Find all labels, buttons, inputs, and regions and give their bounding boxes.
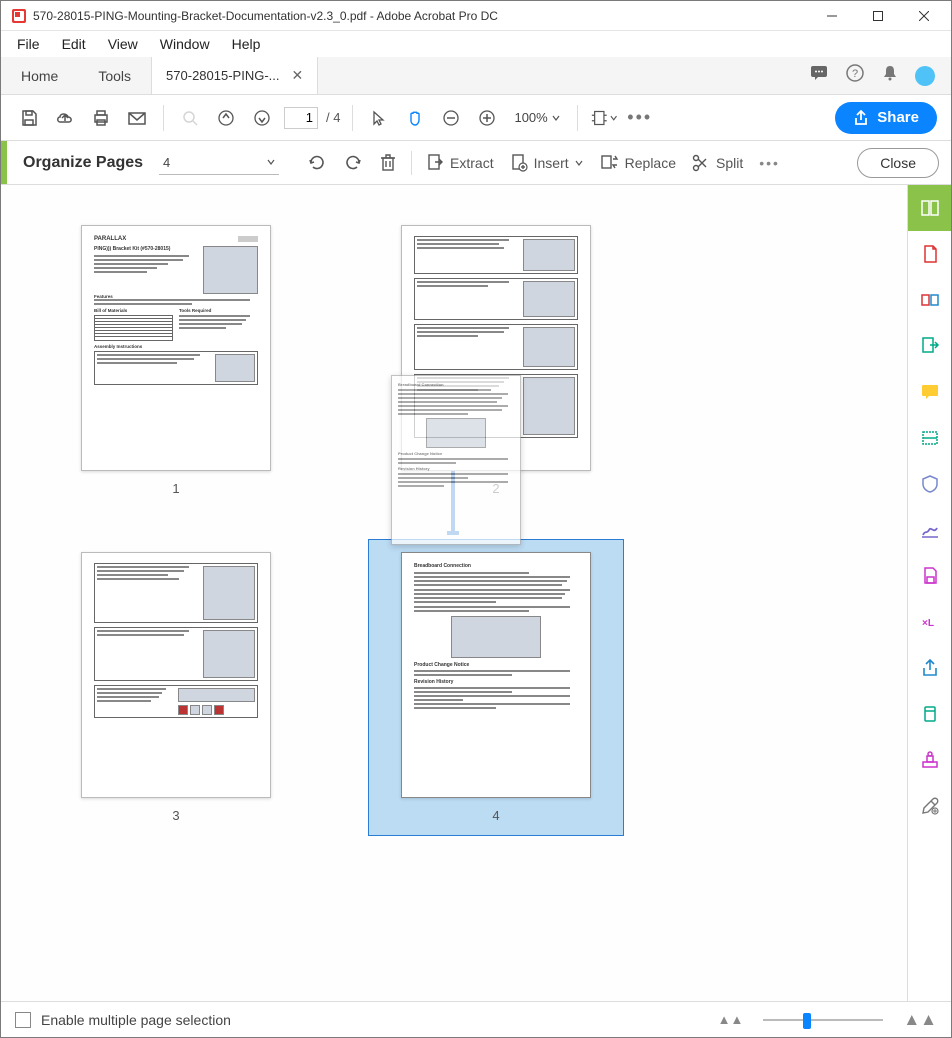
zoom-small-icon[interactable]: ▲▲ (718, 1012, 744, 1027)
tab-document[interactable]: 570-28015-PING-... ✕ (151, 57, 318, 94)
zoom-in-icon[interactable] (473, 104, 501, 132)
hand-icon[interactable] (401, 104, 429, 132)
delete-button[interactable] (371, 148, 405, 178)
close-organize-button[interactable]: Close (857, 148, 939, 178)
right-sidebar: ×L (907, 185, 951, 1001)
share-label: Share (877, 109, 919, 126)
customize-icon[interactable] (908, 783, 952, 829)
tab-tools[interactable]: Tools (78, 57, 151, 94)
redact-icon[interactable]: ×L (908, 599, 952, 645)
page-number-label: 4 (492, 808, 499, 823)
help-icon[interactable]: ? (845, 63, 865, 88)
export-icon[interactable] (908, 323, 952, 369)
save-file-icon[interactable] (908, 553, 952, 599)
menu-help[interactable]: Help (224, 34, 269, 54)
main-toolbar: / 4 100% ••• Share (1, 95, 951, 141)
menu-window[interactable]: Window (152, 34, 218, 54)
more-options-button[interactable]: ••• (751, 148, 788, 178)
menu-edit[interactable]: Edit (54, 34, 94, 54)
export-pdf-icon[interactable] (908, 231, 952, 277)
fit-page-icon[interactable] (590, 104, 618, 132)
protect-icon[interactable] (908, 461, 952, 507)
thumbnail-size-slider[interactable] (763, 1019, 883, 1021)
optimize-icon[interactable] (908, 691, 952, 737)
close-button[interactable] (901, 1, 947, 31)
zoom-large-icon[interactable]: ▲▲ (903, 1010, 937, 1030)
bottom-bar: Enable multiple page selection ▲▲ ▲▲ (1, 1001, 951, 1037)
zoom-out-icon[interactable] (437, 104, 465, 132)
page-thumbnail-4[interactable]: Breadboard Connection Product Change Not… (368, 539, 624, 836)
replace-button[interactable]: Replace (591, 148, 684, 178)
organize-pages-title: Organize Pages (7, 154, 159, 172)
insert-button[interactable]: Insert (502, 148, 591, 178)
chat-icon[interactable] (809, 63, 829, 88)
drag-ghost-page: Breadboard Connection Product Change Not… (391, 375, 521, 545)
chevron-down-icon (575, 159, 583, 167)
page-preview: PARALLAX PING))) Bracket Kit (#570-28015… (81, 225, 271, 471)
tab-document-label: 570-28015-PING-... (166, 68, 279, 83)
extract-button[interactable]: Extract (418, 148, 502, 178)
menu-bar: File Edit View Window Help (1, 31, 951, 57)
organize-pages-toolbar: Organize Pages 4 Extract Insert Replace … (1, 141, 951, 185)
share-button[interactable]: Share (835, 102, 937, 134)
bell-icon[interactable] (881, 64, 899, 87)
comment-icon[interactable] (908, 369, 952, 415)
multi-select-label: Enable multiple page selection (41, 1012, 231, 1028)
share-icon (853, 110, 869, 126)
organize-pages-tool-icon[interactable] (908, 185, 952, 231)
multi-select-checkbox[interactable] (15, 1012, 31, 1028)
page-thumbnail-3[interactable]: 3 (81, 552, 271, 823)
mail-icon[interactable] (123, 104, 151, 132)
rotate-ccw-button[interactable] (299, 148, 335, 178)
menu-view[interactable]: View (100, 34, 146, 54)
window-title: 570-28015-PING-Mounting-Bracket-Document… (33, 9, 809, 23)
minimize-button[interactable] (809, 1, 855, 31)
save-icon[interactable] (15, 104, 43, 132)
next-page-icon[interactable] (248, 104, 276, 132)
svg-text:?: ? (852, 68, 858, 80)
page-total-label: / 4 (326, 110, 340, 125)
page-preview (81, 552, 271, 798)
prev-page-icon[interactable] (212, 104, 240, 132)
page-thumbnail-1[interactable]: PARALLAX PING))) Bracket Kit (#570-28015… (81, 225, 271, 496)
page-number-label: 1 (172, 481, 179, 496)
page-select-dropdown[interactable]: 4 (159, 151, 279, 175)
split-button[interactable]: Split (684, 148, 751, 178)
page-number-label: 3 (172, 808, 179, 823)
tab-bar: Home Tools 570-28015-PING-... ✕ ? (1, 57, 951, 95)
thumbnail-area[interactable]: PARALLAX PING))) Bracket Kit (#570-28015… (1, 185, 907, 1001)
menu-file[interactable]: File (9, 34, 48, 54)
page-preview: Breadboard Connection Product Change Not… (401, 552, 591, 798)
svg-text:×L: ×L (922, 618, 934, 629)
sign-icon[interactable] (908, 507, 952, 553)
pdf-icon (11, 8, 27, 24)
share-tool-icon[interactable] (908, 645, 952, 691)
search-icon[interactable] (176, 104, 204, 132)
more-icon[interactable]: ••• (626, 104, 654, 132)
rotate-cw-button[interactable] (335, 148, 371, 178)
tab-home[interactable]: Home (1, 57, 78, 94)
pointer-icon[interactable] (365, 104, 393, 132)
page-number-input[interactable] (284, 107, 318, 129)
scan-icon[interactable] (908, 415, 952, 461)
cloud-icon[interactable] (51, 104, 79, 132)
title-bar: 570-28015-PING-Mounting-Bracket-Document… (1, 1, 951, 31)
print-icon[interactable] (87, 104, 115, 132)
zoom-dropdown[interactable]: 100% (509, 107, 564, 128)
slider-thumb[interactable] (803, 1013, 811, 1029)
combine-icon[interactable] (908, 277, 952, 323)
maximize-button[interactable] (855, 1, 901, 31)
avatar[interactable] (915, 66, 935, 86)
stamp-icon[interactable] (908, 737, 952, 783)
close-tab-icon[interactable]: ✕ (292, 67, 304, 84)
window-controls (809, 1, 947, 31)
